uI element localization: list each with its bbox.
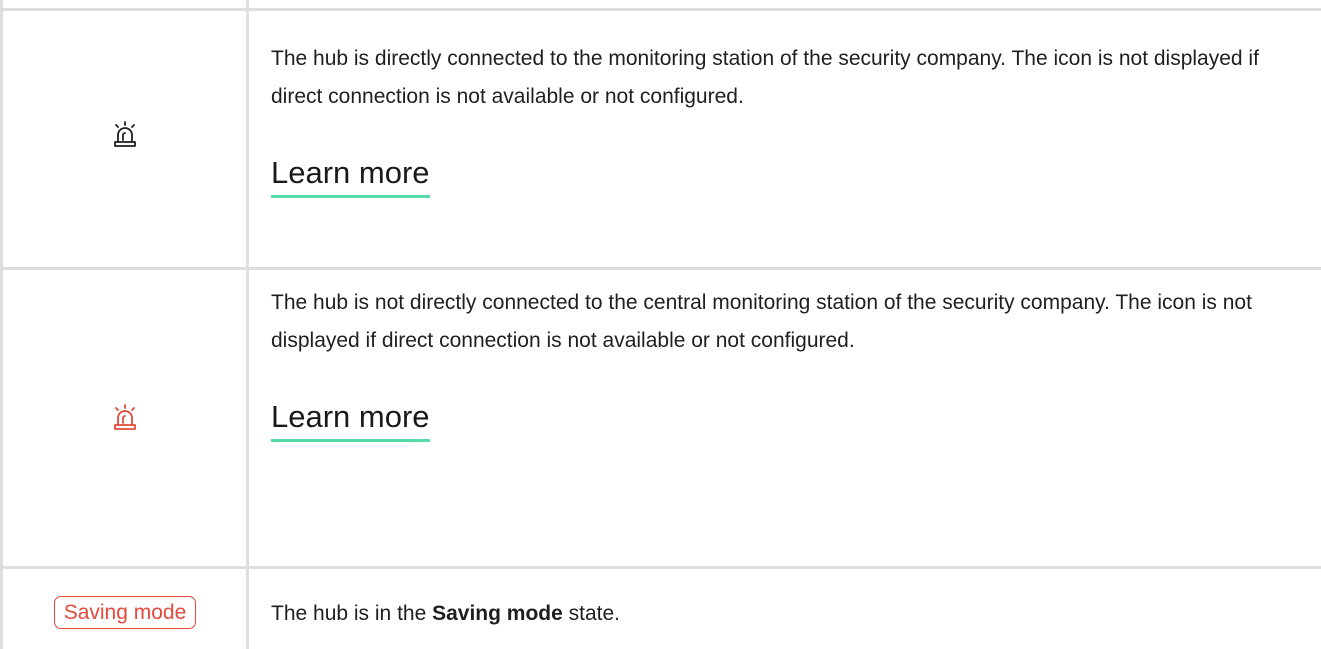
learn-more-link[interactable]: Learn more [271, 155, 430, 198]
table-border-left [0, 0, 3, 649]
row-description: The hub is not directly connected to the… [271, 291, 1252, 352]
row-divider [0, 566, 1321, 569]
table-row: The hub is not directly connected to the… [0, 269, 1321, 567]
description-bold: Saving mode [432, 602, 563, 625]
description-cell: The hub is not directly connected to the… [271, 269, 1311, 567]
description-prefix: The hub is in the [271, 602, 433, 625]
table-border-top [0, 8, 1321, 11]
table-row: The hub is directly connected to the mon… [0, 0, 1321, 269]
icon-cell [3, 0, 247, 269]
status-icons-table: The hub is directly connected to the mon… [0, 0, 1321, 649]
description-suffix: state. [562, 602, 621, 625]
description-cell: The hub is directly connected to the mon… [271, 0, 1311, 269]
saving-mode-badge: Saving mode [53, 596, 197, 629]
row-divider [0, 267, 1321, 270]
row-description: The hub is directly connected to the mon… [271, 47, 1259, 108]
column-divider [246, 0, 249, 649]
row-description: The hub is in the Saving mode state. [271, 567, 1311, 633]
siren-icon [112, 120, 138, 150]
description-cell: The hub is in the Saving mode state. [271, 567, 1311, 649]
learn-more-link[interactable]: Learn more [271, 399, 430, 442]
icon-cell: Saving mode [3, 567, 247, 649]
siren-alert-icon [112, 403, 138, 433]
icon-cell [3, 269, 247, 567]
table-row: Saving mode The hub is in the Saving mod… [0, 567, 1321, 649]
